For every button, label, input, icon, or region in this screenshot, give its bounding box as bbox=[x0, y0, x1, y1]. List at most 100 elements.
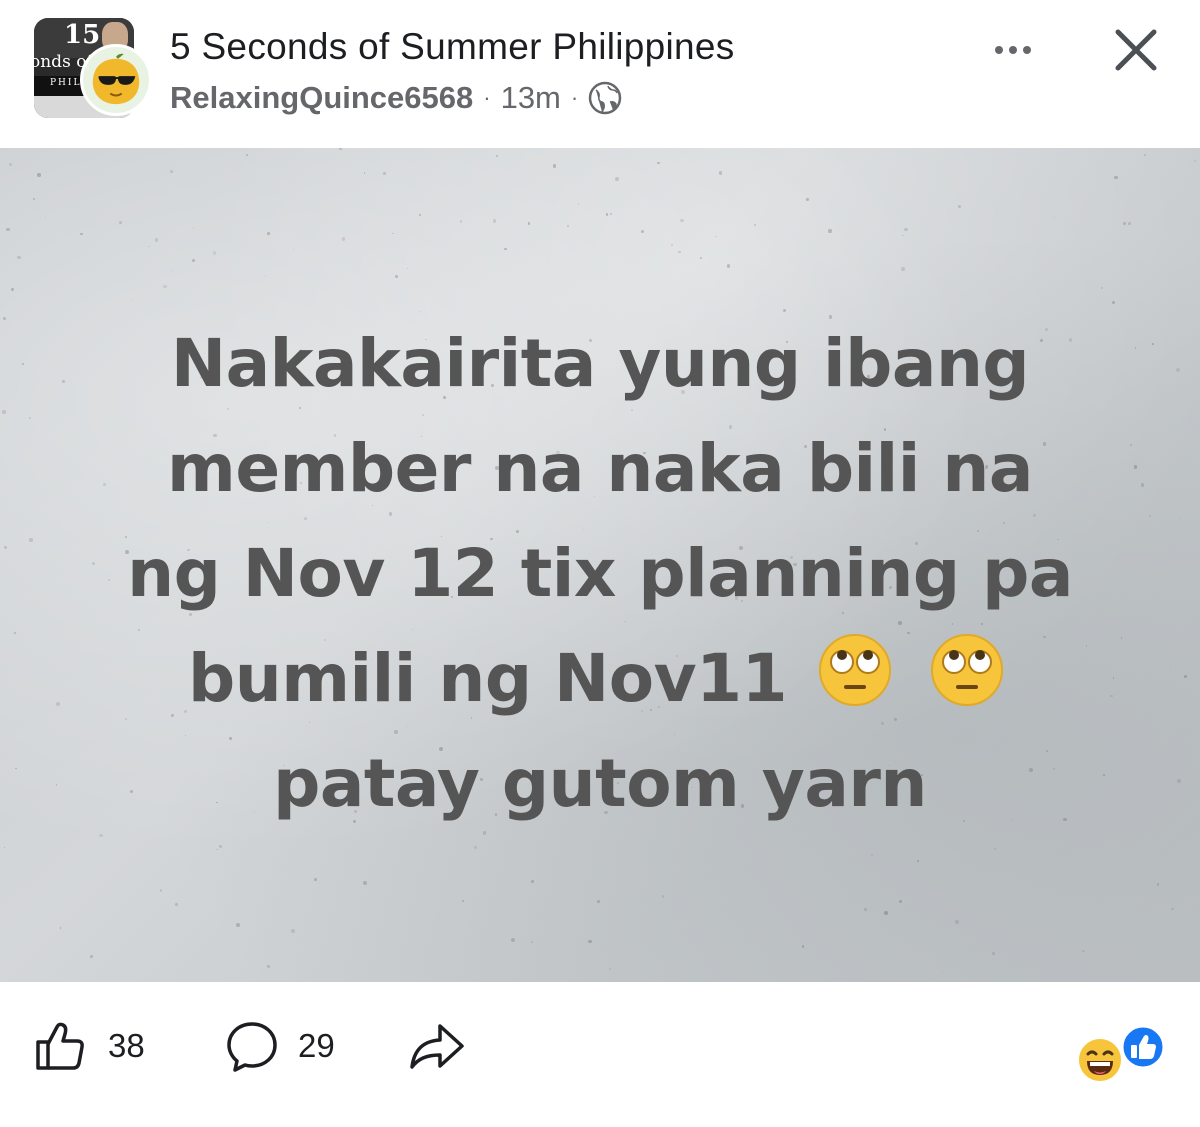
comment-button[interactable]: 29 bbox=[224, 1018, 335, 1074]
texture-speck bbox=[395, 275, 398, 279]
texture-speck bbox=[504, 247, 507, 251]
texture-speck bbox=[28, 416, 32, 420]
texture-speck bbox=[245, 153, 248, 156]
texture-speck bbox=[131, 299, 133, 301]
texture-speck bbox=[1156, 883, 1159, 886]
comment-bubble-icon bbox=[227, 1022, 277, 1072]
texture-speck bbox=[363, 172, 366, 175]
texture-speck bbox=[32, 198, 35, 201]
texture-speck bbox=[902, 234, 905, 237]
close-icon[interactable] bbox=[1108, 22, 1164, 78]
texture-speck bbox=[531, 941, 533, 943]
texture-speck bbox=[657, 161, 660, 165]
more-options-button[interactable] bbox=[988, 32, 1038, 68]
texture-speck bbox=[577, 203, 580, 205]
texture-speck bbox=[461, 899, 464, 902]
texture-speck bbox=[871, 854, 873, 856]
texture-speck bbox=[11, 288, 14, 291]
texture-speck bbox=[392, 232, 394, 234]
texture-speck bbox=[1148, 515, 1151, 517]
post-time[interactable]: 13m bbox=[501, 80, 561, 116]
texture-speck bbox=[588, 939, 592, 944]
texture-speck bbox=[80, 232, 83, 236]
texture-speck bbox=[172, 270, 174, 272]
post-text-line: Nakakairita yung ibang bbox=[170, 325, 1030, 402]
texture-speck bbox=[552, 164, 557, 169]
texture-speck bbox=[957, 204, 962, 209]
post-text: Nakakairita yung ibang member na naka bi… bbox=[60, 311, 1140, 836]
texture-speck bbox=[175, 903, 178, 907]
rolling-eyes-emoji-icon bbox=[930, 634, 1003, 706]
quince-sunglasses-icon bbox=[92, 53, 140, 105]
texture-speck bbox=[215, 848, 218, 851]
texture-speck bbox=[670, 243, 674, 247]
thumbs-up-icon bbox=[36, 1022, 84, 1070]
texture-speck bbox=[3, 846, 6, 849]
texture-speck bbox=[9, 163, 13, 167]
texture-speck bbox=[828, 229, 832, 233]
texture-speck bbox=[459, 220, 463, 224]
globe-icon bbox=[588, 81, 622, 115]
meta-separator: · bbox=[570, 85, 579, 110]
more-dots-icon bbox=[995, 46, 1003, 54]
texture-speck bbox=[801, 945, 805, 948]
post-meta: RelaxingQuince6568 · 13m · bbox=[170, 80, 622, 116]
texture-speck bbox=[154, 238, 159, 242]
texture-speck bbox=[754, 223, 757, 226]
texture-speck bbox=[339, 148, 342, 151]
texture-speck bbox=[3, 546, 7, 549]
texture-speck bbox=[1152, 343, 1154, 345]
post-text-line: ng Nov 12 tix planning pa bbox=[127, 535, 1073, 612]
share-arrow-icon bbox=[410, 1024, 464, 1069]
texture-speck bbox=[13, 631, 17, 634]
texture-speck bbox=[406, 268, 408, 270]
texture-speck bbox=[37, 173, 41, 177]
texture-speck bbox=[609, 967, 611, 970]
texture-speck bbox=[21, 363, 24, 366]
share-button[interactable] bbox=[408, 1018, 466, 1074]
texture-speck bbox=[495, 155, 499, 158]
author-name[interactable]: RelaxingQuince6568 bbox=[170, 80, 473, 116]
texture-speck bbox=[15, 767, 17, 769]
texture-speck bbox=[314, 878, 317, 881]
texture-speck bbox=[1183, 675, 1187, 678]
post-text-line-with-emoji: bumili ng Nov11 bbox=[60, 626, 1140, 731]
texture-speck bbox=[193, 226, 195, 228]
texture-speck bbox=[1177, 779, 1181, 783]
rolling-eyes-emoji-icon bbox=[818, 634, 891, 706]
texture-speck bbox=[1143, 153, 1146, 156]
texture-speck bbox=[1176, 367, 1181, 372]
like-button[interactable]: 38 bbox=[34, 1018, 145, 1074]
texture-speck bbox=[904, 227, 909, 232]
like-count: 38 bbox=[108, 1027, 145, 1064]
post-background: Nakakairita yung ibang member na naka bi… bbox=[0, 148, 1200, 982]
texture-speck bbox=[715, 235, 717, 238]
texture-speck bbox=[163, 284, 167, 288]
texture-speck bbox=[293, 249, 295, 251]
texture-speck bbox=[641, 230, 645, 234]
texture-speck bbox=[267, 965, 271, 969]
texture-speck bbox=[1140, 483, 1145, 487]
post-text-line: bumili ng Nov11 bbox=[188, 640, 788, 717]
texture-speck bbox=[899, 900, 902, 903]
texture-speck bbox=[29, 538, 33, 542]
texture-speck bbox=[567, 224, 569, 227]
texture-speck bbox=[474, 846, 477, 849]
texture-speck bbox=[900, 266, 905, 271]
texture-speck bbox=[991, 951, 995, 955]
texture-speck bbox=[1170, 664, 1172, 666]
texture-speck bbox=[805, 197, 810, 201]
post-text-line: member na naka bili na bbox=[167, 430, 1033, 507]
texture-speck bbox=[726, 263, 731, 268]
texture-speck bbox=[955, 920, 960, 925]
texture-speck bbox=[291, 929, 295, 933]
texture-speck bbox=[1053, 216, 1055, 218]
texture-speck bbox=[884, 911, 888, 915]
texture-speck bbox=[1123, 222, 1127, 226]
user-avatar[interactable] bbox=[80, 44, 152, 116]
texture-speck bbox=[2, 410, 7, 414]
reactions-summary[interactable] bbox=[1076, 1024, 1168, 1084]
group-name[interactable]: 5 Seconds of Summer Philippines bbox=[170, 26, 735, 68]
like-reaction-icon bbox=[1120, 1024, 1166, 1070]
texture-speck bbox=[118, 221, 122, 225]
